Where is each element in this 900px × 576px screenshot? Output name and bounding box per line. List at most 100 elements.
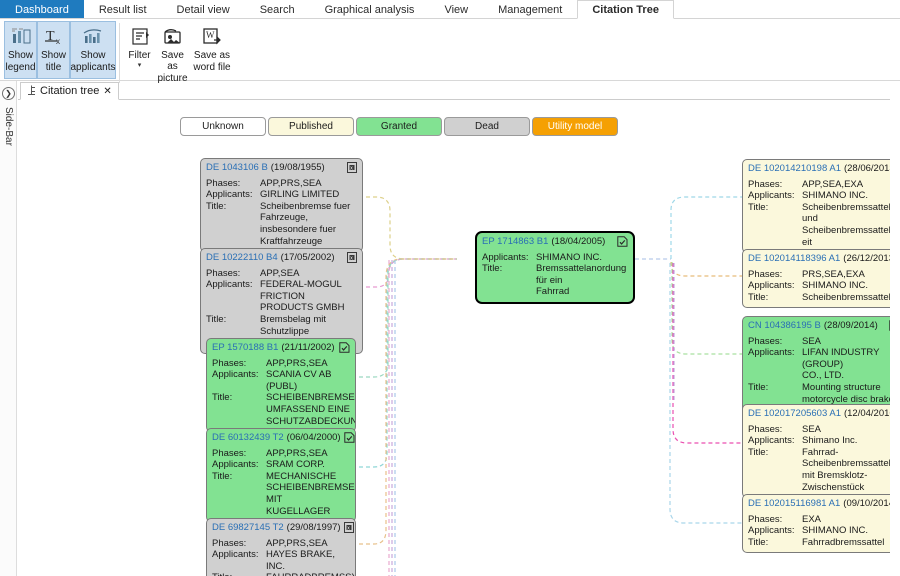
chevron-down-icon[interactable]: ▾ [138,62,142,69]
ribbon-button-show-applicants[interactable]: Show applicants [70,21,116,79]
patent-node[interactable]: EP 1714863 B1 (18/04/2005) Applicants: SHIM… [475,231,635,304]
applicants-chart-icon [78,25,108,49]
legend-chip-granted[interactable]: Granted [356,117,442,136]
close-icon[interactable]: ✕ [103,86,111,97]
phases-label: Phases: [748,335,783,347]
ribbon-button-save-as-picture[interactable]: Save as picture [156,21,189,85]
node-fields: Applicants: SHIMANO INC. Title: Bremssattel… [482,252,628,298]
document-granted-icon[interactable] [617,236,628,251]
applicants-value-row: Applicants: SHIMANO INC. [748,190,890,202]
applicants-label: Applicants: [212,459,259,471]
applicants-label: Applicants: [212,369,259,381]
ribbon-button-show-legend[interactable]: Show legend [4,21,37,79]
ribbon-tab-search[interactable]: Search [245,0,310,18]
ribbon-button-show-title[interactable]: Tx Show title [37,21,70,79]
phases-label: Phases: [212,357,247,369]
ribbon-tab-dashboard[interactable]: Dashboard [0,0,84,18]
phases-value-row: Phases: EXA [748,514,890,526]
applicants-value: HAYES BRAKE, INC. [266,549,335,572]
ribbon-tab-detail-view[interactable]: Detail view [162,0,245,18]
ribbon-button-label: Save as [193,50,231,61]
ribbon-tab-view[interactable]: View [429,0,483,18]
title-value-row: Title: Scheibenbremssattel und [748,202,890,225]
title-label: Title: [212,392,233,404]
title-value: SCHEIBENBREMSE MIT [266,482,355,505]
phases-value: APP,PRS,SEA [266,357,328,369]
legend-chip-unknown[interactable]: Unknown [180,117,266,136]
publication-number[interactable]: DE 102014210198 A1 [748,163,841,175]
legend-chip-dead[interactable]: Dead [444,117,530,136]
title-value-row: Title:FAHRRADBREMSSYSTEM [212,572,355,576]
phases-value: PRS,SEA,EXA [802,268,865,280]
applicants-label: Applicants: [482,251,529,263]
patent-node[interactable]: DE 1043106 B (19/08/1955) x Phases: APP,PRS,… [200,158,363,253]
publication-number[interactable]: DE 102015116981 A1 [748,498,840,510]
patent-node[interactable]: DE 102014210198 A1 (28/06/2013 Phases: APP,… [742,159,890,254]
sidebar-expand-button[interactable]: ❯ [2,87,15,100]
ribbon-separator [119,23,120,83]
ribbon-tab-management[interactable]: Management [483,0,577,18]
applicants-label: Applicants: [212,549,259,561]
title-label: Title: [748,381,769,393]
document-granted-icon[interactable] [889,320,890,335]
ribbon-button-label: title [45,62,62,73]
publication-number[interactable]: CN 104386195 B [748,320,821,332]
phases-value: EXA [802,513,822,525]
ribbon-button-save-as-word-file[interactable]: W Save as word file [189,21,235,79]
publication-number[interactable]: DE 1043106 B [206,162,268,174]
ribbon-tab-graphical-analysis[interactable]: Graphical analysis [310,0,430,18]
title-value-row: Title: MECHANISCHE [212,471,350,483]
publication-number[interactable]: EP 1714863 B1 [482,236,548,248]
publication-number[interactable]: EP 1570188 B1 [212,342,278,354]
publication-number[interactable]: DE 10222110 B4 [206,252,278,264]
publication-number[interactable]: DE 102014118396 A1 [748,253,840,265]
ribbon-tab-strip: Dashboard Result list Detail view Search Gra… [0,0,900,19]
applicants-label: Applicants: [748,435,795,447]
document-granted-icon[interactable] [339,342,350,357]
patent-node[interactable]: DE 102015116981 A1 (09/10/2014 Phases: EXA A… [742,494,890,554]
node-fields: Phases: EXA Applicants: SHIMANO INC. Title: F… [748,514,890,549]
document-tab-citation-tree[interactable]: Citation tree ✕ [20,82,119,100]
title-value: Scheibenbremssattel [802,291,890,303]
phases-label: Phases: [748,513,783,525]
publication-number[interactable]: DE 102017205603 A1 [748,408,841,420]
document-dead-icon[interactable]: x [347,252,357,267]
phases-value: APP,SEA,EXA [802,178,864,190]
patent-node[interactable]: DE 102017205603 A1 (12/04/2016 Phases: SEA A… [742,404,890,499]
svg-text:x: x [56,37,60,46]
publication-number[interactable]: DE 60132439 T2 [212,432,284,444]
title-value: Fahrrad-Scheibenbremssattel [802,446,890,470]
ribbon-tab-result-list[interactable]: Result list [84,0,162,18]
applicants-label: Applicants: [748,280,795,292]
document-granted-icon[interactable] [343,432,355,447]
legend-chart-icon [6,25,36,49]
phases-value: APP,PRS,SEA [260,177,322,189]
phases-label: Phases: [748,178,783,190]
publication-date: (29/08/1997) [286,522,341,533]
ribbon-button-filter[interactable]: Filter ▾ [123,21,156,79]
title-value: Scheibenbremssattel und [802,201,890,225]
document-dead-icon[interactable]: x [343,522,354,537]
legend-chip-utility-model[interactable]: Utility model [532,117,618,136]
publication-date: (19/08/1955) [270,162,325,173]
title-label: Title: [206,200,227,212]
citation-tree-window: Dashboard Result list Detail view Search Gra… [0,0,900,576]
node-fields: Phases: APP,SEA Applicants: FEDERAL-MOGUL F… [206,268,357,349]
document-dead-icon[interactable]: x [347,162,357,177]
patent-node[interactable]: DE 69827145 T2 (29/08/1997) x Phases: APP,PR… [206,518,356,576]
title-value-row: Title: Fahrrad-Scheibenbremssattel [748,447,890,470]
title-value: Fahrrad [536,286,570,298]
ribbon-button-label: legend [5,62,36,73]
applicants-label: Applicants: [206,279,253,291]
patent-node[interactable]: EP 1570188 B1 (21/11/2002) Phases: APP,PRS,… [206,338,356,433]
patent-node[interactable]: DE 102014118396 A1 (26/12/2013 Phases: PRS,… [742,249,890,309]
legend-chip-published[interactable]: Published [268,117,354,136]
patent-node[interactable]: DE 60132439 T2 (06/04/2000) Phases: APP,PRS… [206,428,356,523]
phases-value: SEA [802,335,822,347]
publication-number[interactable]: DE 69827145 T2 [212,522,284,534]
title-value: SCHUTZABDECKUNG [266,415,356,427]
applicants-label: Applicants: [748,347,795,359]
ribbon-tab-citation-tree[interactable]: Citation Tree [577,0,674,19]
svg-text:W: W [206,30,215,40]
citation-tree-canvas[interactable]: Unknown Published Granted Dead Utility model… [18,100,890,576]
